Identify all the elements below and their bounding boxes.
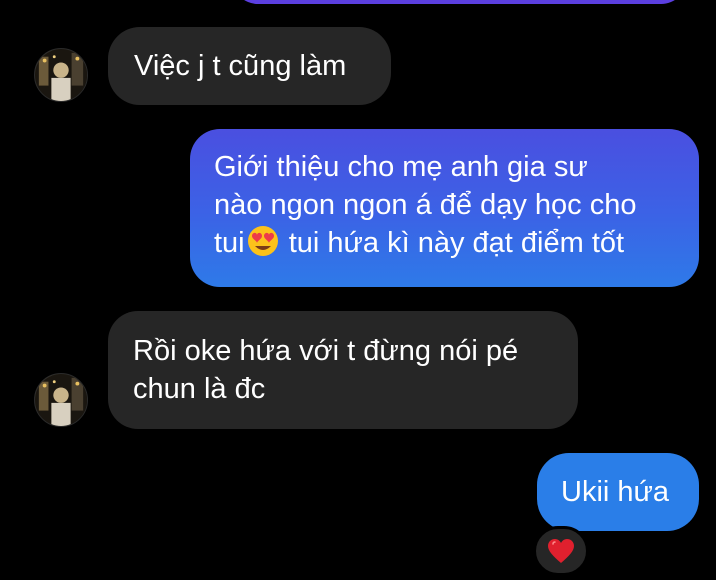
message-text-line: nào ngon ngon á để dạy học cho	[214, 189, 637, 221]
previous-message-bubble[interactable]	[232, 0, 687, 4]
message-text: tui	[214, 227, 245, 259]
heart-eyes-emoji-icon	[247, 226, 278, 256]
message-text-line: Giới thiệu cho mẹ anh gia sư	[214, 151, 588, 183]
message-text: Ukii hứa	[561, 476, 670, 508]
outgoing-message-bubble[interactable]: Ukii hứa	[537, 453, 699, 531]
incoming-message-bubble[interactable]: Rồi oke hứa với t đừng nói pé chun là đc	[108, 311, 578, 429]
message-text-line: tui tui hứa kì này đạt điểm tốt	[214, 224, 675, 262]
message-reaction[interactable]	[533, 526, 589, 576]
avatar-photo-icon	[35, 49, 87, 101]
message-text-line: Rồi oke hứa với t đừng nói pé	[133, 335, 519, 367]
contact-avatar[interactable]	[34, 48, 88, 102]
incoming-message-bubble[interactable]: Việc j t cũng làm	[108, 27, 391, 105]
red-heart-icon	[548, 539, 574, 563]
message-text: Việc j t cũng làm	[134, 50, 347, 82]
chat-thread: Việc j t cũng làm Giới thiệu cho mẹ anh …	[0, 0, 716, 580]
message-text: tui hứa kì này đạt điểm tốt	[280, 227, 625, 259]
avatar-photo-icon	[35, 374, 87, 426]
message-text-line: chun là đc	[133, 373, 266, 405]
outgoing-message-bubble[interactable]: Giới thiệu cho mẹ anh gia sư nào ngon ng…	[190, 129, 699, 287]
contact-avatar[interactable]	[34, 373, 88, 427]
